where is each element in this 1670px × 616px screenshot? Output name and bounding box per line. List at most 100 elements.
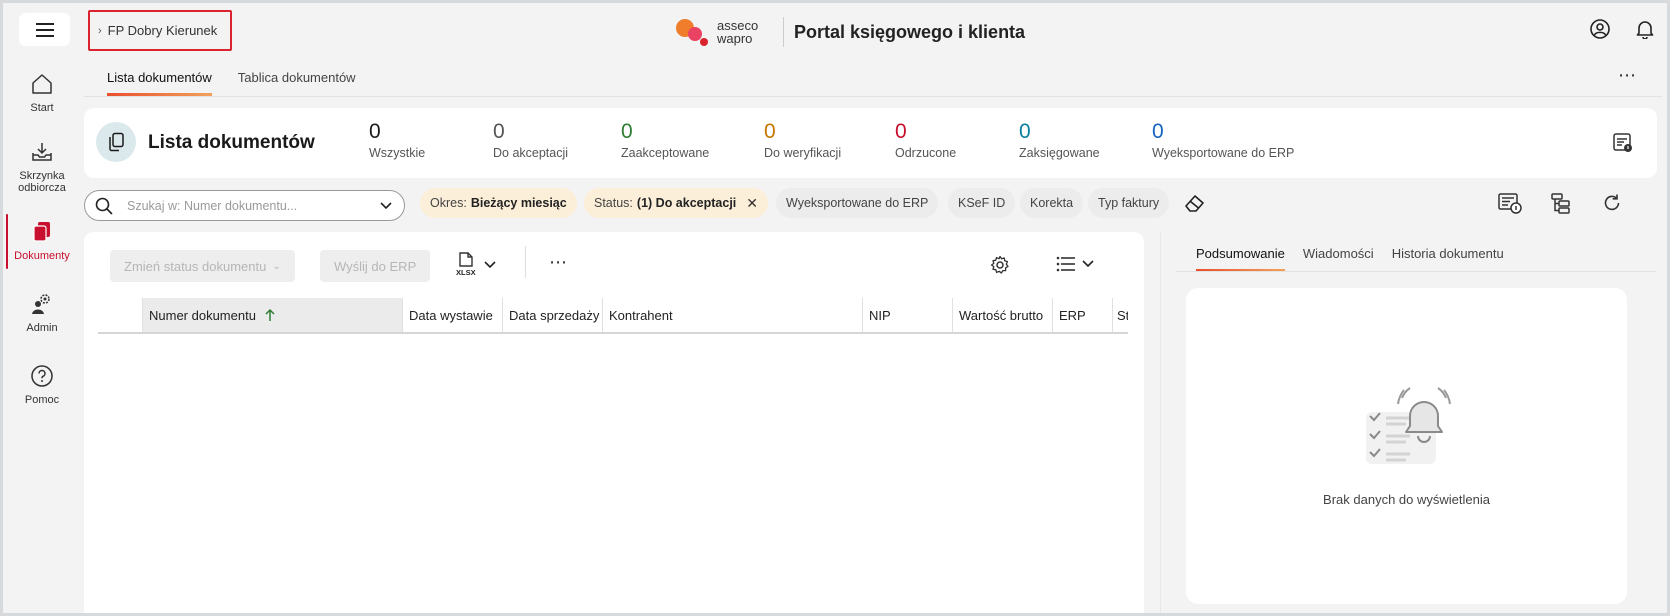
list-info-icon <box>1498 193 1522 214</box>
details-tabs: Podsumowanie Wiadomości Historia dokumen… <box>1196 246 1504 272</box>
documents-table-panel: Zmień status dokumentu ⌄ Wyślij do ERP X… <box>84 232 1144 616</box>
column-header-sale-date[interactable]: Data sprzedaży <box>502 298 602 332</box>
stat-value: 0 <box>895 120 907 143</box>
column-header-label: Kontrahent <box>609 307 673 323</box>
sidebar-item-label: Skrzynka odbiorcza <box>18 170 66 194</box>
export-xlsx-button[interactable]: XLSX <box>456 252 496 278</box>
stat-label: Do weryfikacji <box>764 146 842 160</box>
tab-summary[interactable]: Podsumowanie <box>1196 246 1285 272</box>
column-header-issue-date[interactable]: Data wystawie <box>402 298 502 332</box>
brand-separator <box>783 17 784 47</box>
column-header-label: NIP <box>869 307 891 323</box>
sidebar-item-inbox[interactable]: Skrzynka odbiorcza <box>0 140 84 194</box>
clear-filters-button[interactable] <box>1184 193 1206 213</box>
user-account-button[interactable] <box>1590 19 1610 39</box>
tab-messages[interactable]: Wiadomości <box>1303 246 1374 272</box>
panel-divider <box>1160 232 1161 616</box>
notifications-button[interactable] <box>1636 19 1654 39</box>
stat-exported-erp[interactable]: 0 Wyeksportowane do ERP <box>1152 120 1294 160</box>
stat-label: Zaakceptowane <box>621 146 710 160</box>
brand-line-2: wapro <box>717 31 753 46</box>
report-icon <box>1613 133 1632 152</box>
chip-label: Typ faktury <box>1098 196 1160 210</box>
user-icon <box>1590 19 1610 39</box>
column-header-contractor[interactable]: Kontrahent <box>602 298 862 332</box>
sidebar-item-label: Dokumenty <box>14 250 70 262</box>
stat-label: Wszystkie <box>369 146 426 160</box>
eraser-icon <box>1185 195 1204 212</box>
gear-icon <box>990 255 1009 274</box>
sidebar-item-admin[interactable]: Admin <box>0 292 84 334</box>
view-mode-button[interactable] <box>1056 256 1094 272</box>
tab-document-list[interactable]: Lista dokumentów <box>107 70 212 96</box>
column-header-erp[interactable]: ERP <box>1052 298 1112 332</box>
portal-title: Portal księgowego i klienta <box>794 21 1026 42</box>
filter-chip-correction[interactable]: Korekta <box>1020 188 1084 218</box>
sidebar-item-help[interactable]: Pomoc <box>0 364 84 406</box>
column-header-label: Data wystawie <box>409 307 493 323</box>
chevron-right-icon: › <box>98 24 102 37</box>
sidebar-item-start[interactable]: Start <box>0 72 84 114</box>
empty-state-illustration <box>1360 382 1456 466</box>
tab-document-history[interactable]: Historia dokumentu <box>1392 246 1504 272</box>
hamburger-menu-button[interactable] <box>19 13 70 46</box>
main-tabs: Lista dokumentów Tablica dokumentów <box>107 70 356 96</box>
chevron-down-icon <box>484 261 496 269</box>
filter-chip-status[interactable]: Status: (1) Do akceptacji ✕ <box>584 188 768 218</box>
chevron-down-icon <box>1082 260 1094 268</box>
admin-gear-icon <box>32 294 50 314</box>
column-header-gross-value[interactable]: Wartość brutto <box>952 298 1052 332</box>
close-icon[interactable]: ✕ <box>746 195 758 212</box>
tree-structure-icon <box>1551 193 1570 214</box>
stat-value: 0 <box>1152 120 1164 143</box>
search-input[interactable]: Szukaj w: Numer dokumentu... <box>127 199 380 213</box>
search-icon <box>95 197 113 215</box>
summary-icon-circle <box>96 122 136 162</box>
column-header-label: Wartość brutto <box>959 307 1044 323</box>
xlsx-file-icon: XLSX <box>456 252 478 278</box>
send-to-erp-button[interactable]: Wyślij do ERP <box>320 250 431 282</box>
stat-to-verify[interactable]: 0 Do weryfikacji <box>764 120 841 160</box>
stat-rejected[interactable]: 0 Odrzucone <box>895 120 956 160</box>
stat-value: 0 <box>1019 120 1031 143</box>
xlsx-label: XLSX <box>456 268 476 277</box>
filter-chip-period[interactable]: Okres: Bieżący miesiąc <box>420 188 577 218</box>
stat-accepted[interactable]: 0 Zaakceptowane <box>621 120 709 160</box>
chevron-down-icon[interactable] <box>380 201 392 210</box>
stat-label: Odrzucone <box>895 146 957 160</box>
refresh-button[interactable] <box>1602 193 1622 213</box>
stat-all[interactable]: 0 Wszystkie <box>369 120 425 160</box>
help-icon <box>31 365 53 387</box>
empty-state-message: Brak danych do wyświetlenia <box>1323 492 1490 507</box>
documents-copy-icon <box>109 132 124 152</box>
stat-to-accept[interactable]: 0 Do akceptacji <box>493 120 568 160</box>
stat-value: 0 <box>369 120 381 143</box>
search-field[interactable]: Szukaj w: Numer dokumentu... <box>84 190 405 221</box>
tab-document-board[interactable]: Tablica dokumentów <box>238 70 356 96</box>
bell-icon <box>1636 21 1654 39</box>
more-horizontal-icon: ⋯ <box>1618 65 1637 85</box>
button-label: Zmień status dokumentu <box>124 258 267 274</box>
filter-chip-ksef-id[interactable]: KSeF ID <box>948 188 1016 218</box>
column-header-document-number[interactable]: Numer dokumentu <box>142 298 402 332</box>
filter-chip-invoice-type[interactable]: Typ faktury <box>1088 188 1170 218</box>
table-settings-button[interactable] <box>990 255 1010 275</box>
more-horizontal-icon: ⋯ <box>549 252 567 272</box>
table-more-button[interactable]: ⋯ <box>549 252 567 273</box>
stat-booked[interactable]: 0 Zaksięgowane <box>1019 120 1100 160</box>
filter-chip-exported-erp[interactable]: Wyeksportowane do ERP <box>776 188 939 218</box>
breadcrumb[interactable]: › FP Dobry Kierunek <box>88 10 232 51</box>
brand: asseco wapro Portal księgowego i klienta <box>675 16 1025 48</box>
chip-value: (1) Do akceptacji <box>636 196 737 210</box>
tree-view-button[interactable] <box>1550 192 1572 214</box>
change-status-button[interactable]: Zmień status dokumentu ⌄ <box>110 250 295 282</box>
column-header-status[interactable]: St <box>1112 298 1128 332</box>
chip-label: Okres: <box>430 196 467 210</box>
brand-text: asseco wapro <box>717 19 767 45</box>
more-options-button[interactable]: ⋯ <box>1618 66 1637 84</box>
details-view-button[interactable] <box>1498 192 1522 214</box>
column-header-nip[interactable]: NIP <box>862 298 952 332</box>
summary-report-button[interactable] <box>1612 132 1634 154</box>
sidebar-item-documents[interactable]: Dokumenty <box>0 220 84 262</box>
column-header-label: Numer dokumentu <box>149 307 256 323</box>
